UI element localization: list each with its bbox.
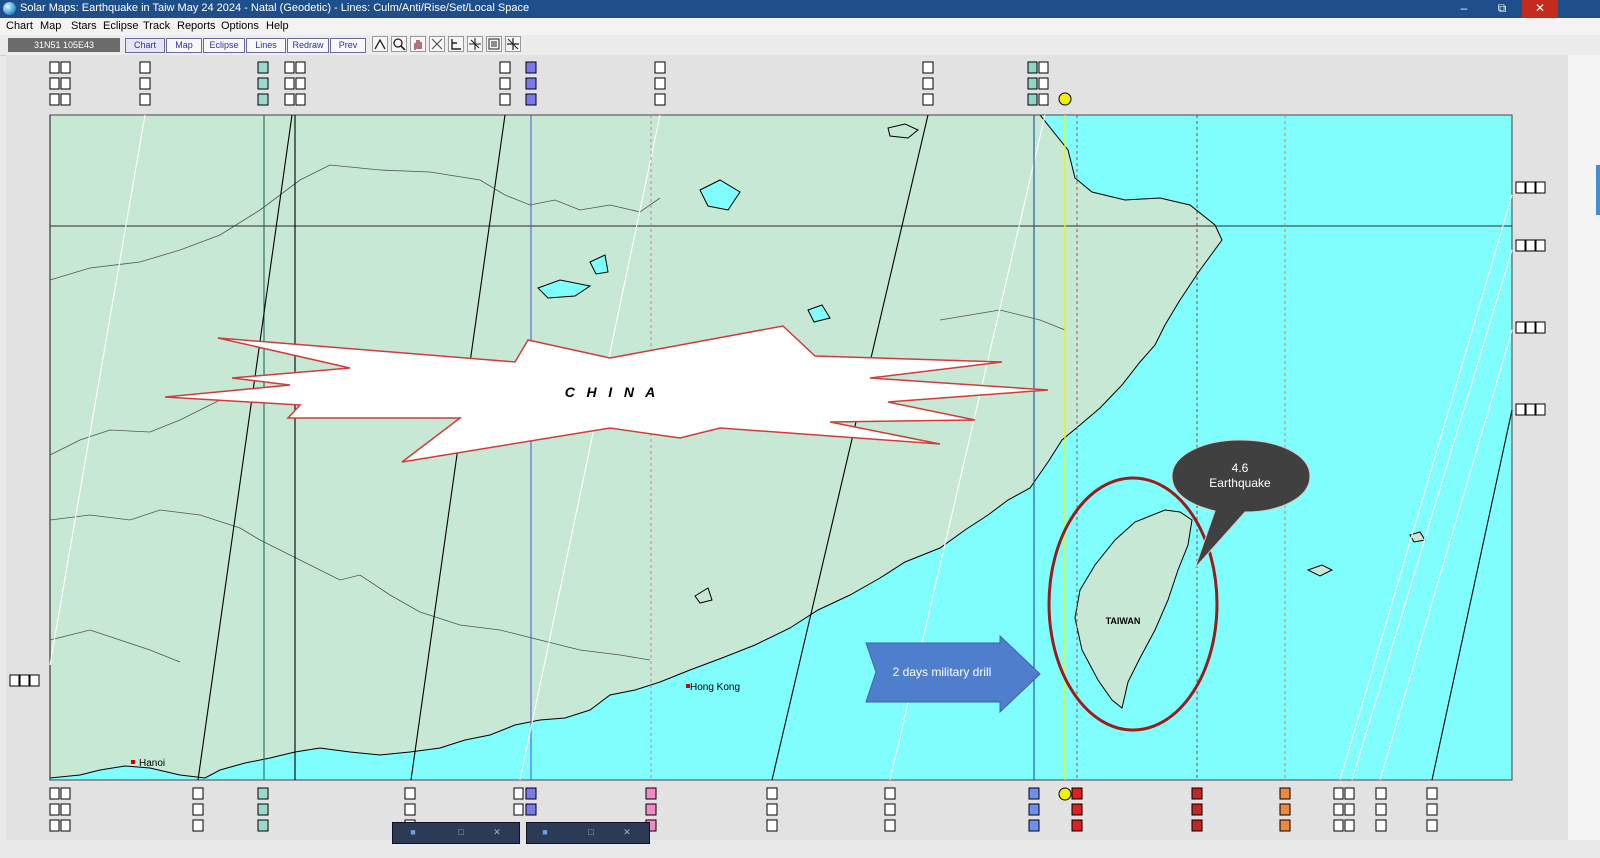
military-drill-label: 2 days military drill bbox=[893, 665, 992, 679]
redraw-button[interactable]: Redraw bbox=[287, 38, 329, 53]
edge-indicator bbox=[1596, 165, 1600, 215]
menu-options[interactable]: Options bbox=[221, 20, 259, 32]
thumbnail-restore-icon[interactable]: □ bbox=[581, 826, 601, 839]
map-canvas[interactable]: C H I N A 2 days military drill TAIWAN 4… bbox=[0, 55, 1568, 840]
coordinates-readout: 31N51 105E43 bbox=[8, 38, 120, 52]
hong-kong-label: Hong Kong bbox=[690, 682, 740, 693]
eclipse-button[interactable]: Eclipse bbox=[203, 38, 245, 53]
app-globe-icon bbox=[3, 2, 16, 15]
china-label: C H I N A bbox=[565, 384, 656, 400]
lines-button[interactable]: Lines bbox=[246, 38, 286, 53]
menu-reports[interactable]: Reports bbox=[177, 20, 216, 32]
cross-icon[interactable] bbox=[505, 36, 521, 52]
thumbnail-close-icon[interactable]: ✕ bbox=[617, 826, 637, 839]
ruler-icon[interactable] bbox=[448, 36, 464, 52]
thumbnail-restore-icon[interactable]: □ bbox=[451, 826, 471, 839]
menu-bar: Chart Map Stars Eclipse Track Reports Op… bbox=[0, 18, 1600, 35]
close-button[interactable]: ✕ bbox=[1522, 0, 1558, 18]
taskbar-thumbnail-2[interactable]: ■ □ ✕ bbox=[526, 822, 650, 844]
thumbnail-app-icon: ■ bbox=[542, 827, 548, 837]
select-icon[interactable] bbox=[429, 36, 445, 52]
earthquake-magnitude: 4.6 bbox=[1232, 461, 1249, 475]
chart-button[interactable]: Chart bbox=[125, 38, 165, 53]
right-edge-panel bbox=[1568, 55, 1600, 840]
hanoi-marker bbox=[131, 760, 135, 764]
earthquake-label: Earthquake bbox=[1209, 476, 1271, 490]
thumbnail-close-icon[interactable]: ✕ bbox=[487, 826, 507, 839]
menu-stars[interactable]: Stars bbox=[71, 20, 97, 32]
thumbnail-app-icon: ■ bbox=[410, 827, 416, 837]
window-title: Solar Maps: Earthquake in Taiw May 24 20… bbox=[20, 2, 530, 14]
menu-eclipse[interactable]: Eclipse bbox=[103, 20, 138, 32]
grid-icon[interactable] bbox=[467, 36, 483, 52]
minimize-button[interactable]: – bbox=[1446, 0, 1482, 18]
menu-track[interactable]: Track bbox=[143, 20, 170, 32]
prev-button[interactable]: Prev bbox=[330, 38, 366, 53]
taiwan-label: TAIWAN bbox=[1106, 616, 1141, 626]
taskbar-thumbnail-1[interactable]: ■ □ ✕ bbox=[392, 822, 520, 844]
title-bar: Solar Maps: Earthquake in Taiw May 24 20… bbox=[0, 0, 1600, 18]
maximize-button[interactable]: ⧉ bbox=[1484, 0, 1520, 18]
menu-help[interactable]: Help bbox=[266, 20, 289, 32]
crosshair-icon[interactable] bbox=[372, 36, 388, 52]
hand-icon[interactable] bbox=[410, 36, 426, 52]
zoom-icon[interactable] bbox=[391, 36, 407, 52]
hanoi-label: Hanoi bbox=[139, 758, 165, 769]
menu-chart[interactable]: Chart bbox=[6, 20, 33, 32]
menu-map[interactable]: Map bbox=[40, 20, 61, 32]
map-button[interactable]: Map bbox=[166, 38, 202, 53]
legend-icon[interactable] bbox=[486, 36, 502, 52]
